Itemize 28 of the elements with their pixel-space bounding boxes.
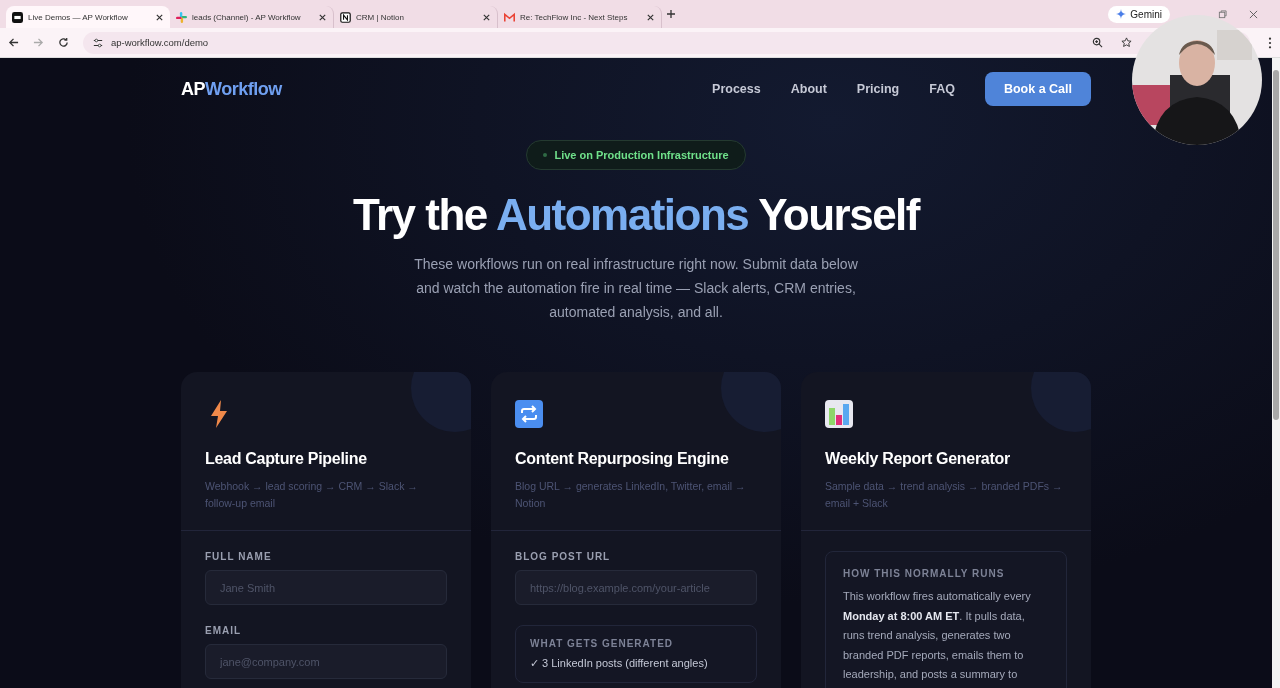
card-title: Weekly Report Generator — [825, 450, 1011, 468]
panel-text: This workflow fires automatically every Monday at 8:00 AM ET. It pulls data, runs trend analysis, generates two branded PDF reports, emails them to leadership, and posts a summary to — [843, 589, 1032, 682]
field-label: BLOG POST URL — [515, 551, 612, 562]
gemini-button[interactable]: Gemini — [1108, 5, 1170, 23]
card-description: Webhook → lead scoring → CRM → Slack → follow-up email — [205, 479, 419, 511]
status-badge: Live on Production Infrastructure — [526, 140, 746, 170]
card-title: Content Repurposing Engine — [515, 450, 730, 468]
nav-link[interactable]: Pricing — [856, 82, 900, 96]
card-description: Blog URL → generates LinkedIn, Twitter, email → Notion — [515, 479, 747, 511]
field-label: FULL NAME — [205, 551, 273, 562]
input-field[interactable]: https://blog.example.com/your-article — [515, 570, 757, 605]
panel-heading: HOW THIS NORMALLY RUNS — [843, 568, 1006, 579]
nav-link[interactable]: FAQ — [929, 82, 955, 96]
hero-title: Try the Automations Yourself — [353, 190, 919, 240]
browser-tab[interactable]: Live Demos — AP Workflow — [6, 6, 170, 28]
field-label: EMAIL — [205, 625, 243, 636]
hero-subtitle: These workflows run on real infrastructure right now. Submit data below and watch the automation fire in real time — Slack alerts, CRM entries, automated analysis, and all. — [413, 255, 859, 322]
panel-heading: WHAT GETS GENERATED — [530, 638, 675, 649]
list-item: ✓ 3 LinkedIn posts (different angles) — [530, 657, 709, 670]
nav-link[interactable]: Process — [712, 82, 761, 96]
input-field[interactable]: jane@company.com — [205, 644, 447, 679]
nav-link[interactable]: About — [790, 82, 827, 96]
input-field[interactable]: Jane Smith — [205, 570, 447, 605]
card-title: Lead Capture Pipeline — [205, 450, 368, 468]
book-call-button[interactable]: Book a Call — [984, 72, 1091, 106]
card-description: Sample data → trend analysis → branded PDFs → email + Slack — [825, 479, 1064, 511]
address-bar[interactable]: ap-workflow.com/demo — [83, 31, 1250, 54]
logo[interactable]: APWorkflow — [181, 78, 282, 100]
